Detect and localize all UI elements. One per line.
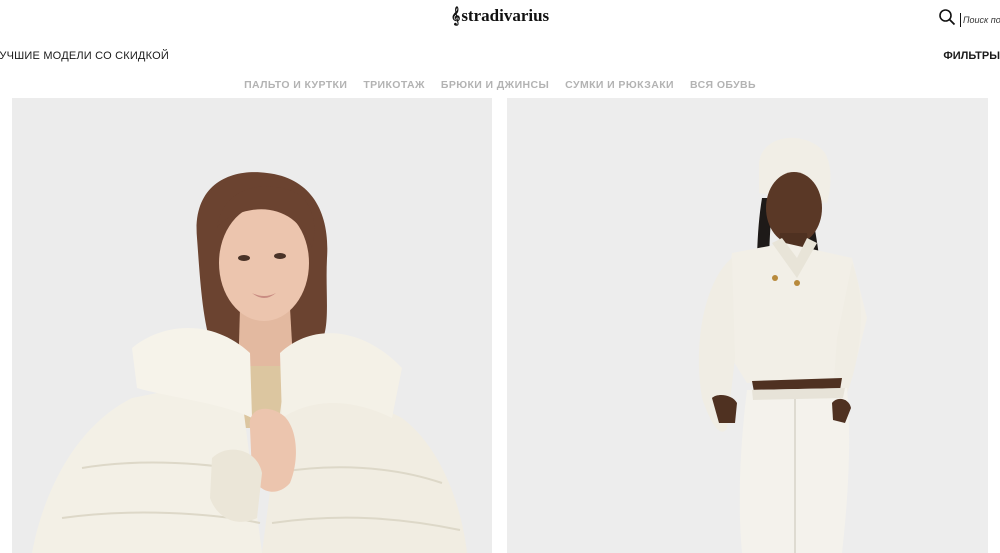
brand-logo-text: stradivarius	[461, 6, 550, 25]
product-image-knit-sweater[interactable]	[507, 98, 988, 553]
category-nav: ПАЛЬТО И КУРТКИ ТРИКОТАЖ БРЮКИ И ДЖИНСЫ …	[0, 79, 1000, 91]
category-all-shoes[interactable]: ВСЯ ОБУВЬ	[690, 79, 756, 91]
search-input[interactable]	[960, 12, 1000, 27]
promo-bar: ЛУЧШИЕ МОДЕЛИ СО СКИДКОЙ ФИЛЬТРЫ	[0, 50, 1000, 66]
product-card[interactable]	[507, 98, 988, 553]
site-header: 𝄞stradivarius	[0, 0, 1000, 36]
category-bags-backpacks[interactable]: СУМКИ И РЮКЗАКИ	[565, 79, 674, 91]
product-image-puffer-jacket[interactable]	[12, 98, 492, 553]
search-icon[interactable]	[938, 8, 956, 31]
category-coats-jackets[interactable]: ПАЛЬТО И КУРТКИ	[244, 79, 347, 91]
filters-button[interactable]: ФИЛЬТРЫ	[943, 50, 1000, 62]
brand-logo[interactable]: 𝄞stradivarius	[0, 6, 1000, 26]
treble-clef-icon: 𝄞	[450, 8, 461, 25]
search-box	[938, 8, 1000, 31]
product-card[interactable]	[12, 98, 492, 553]
category-trousers-jeans[interactable]: БРЮКИ И ДЖИНСЫ	[441, 79, 549, 91]
promo-link[interactable]: ЛУЧШИЕ МОДЕЛИ СО СКИДКОЙ	[0, 50, 169, 62]
category-knitwear[interactable]: ТРИКОТАЖ	[363, 79, 425, 91]
